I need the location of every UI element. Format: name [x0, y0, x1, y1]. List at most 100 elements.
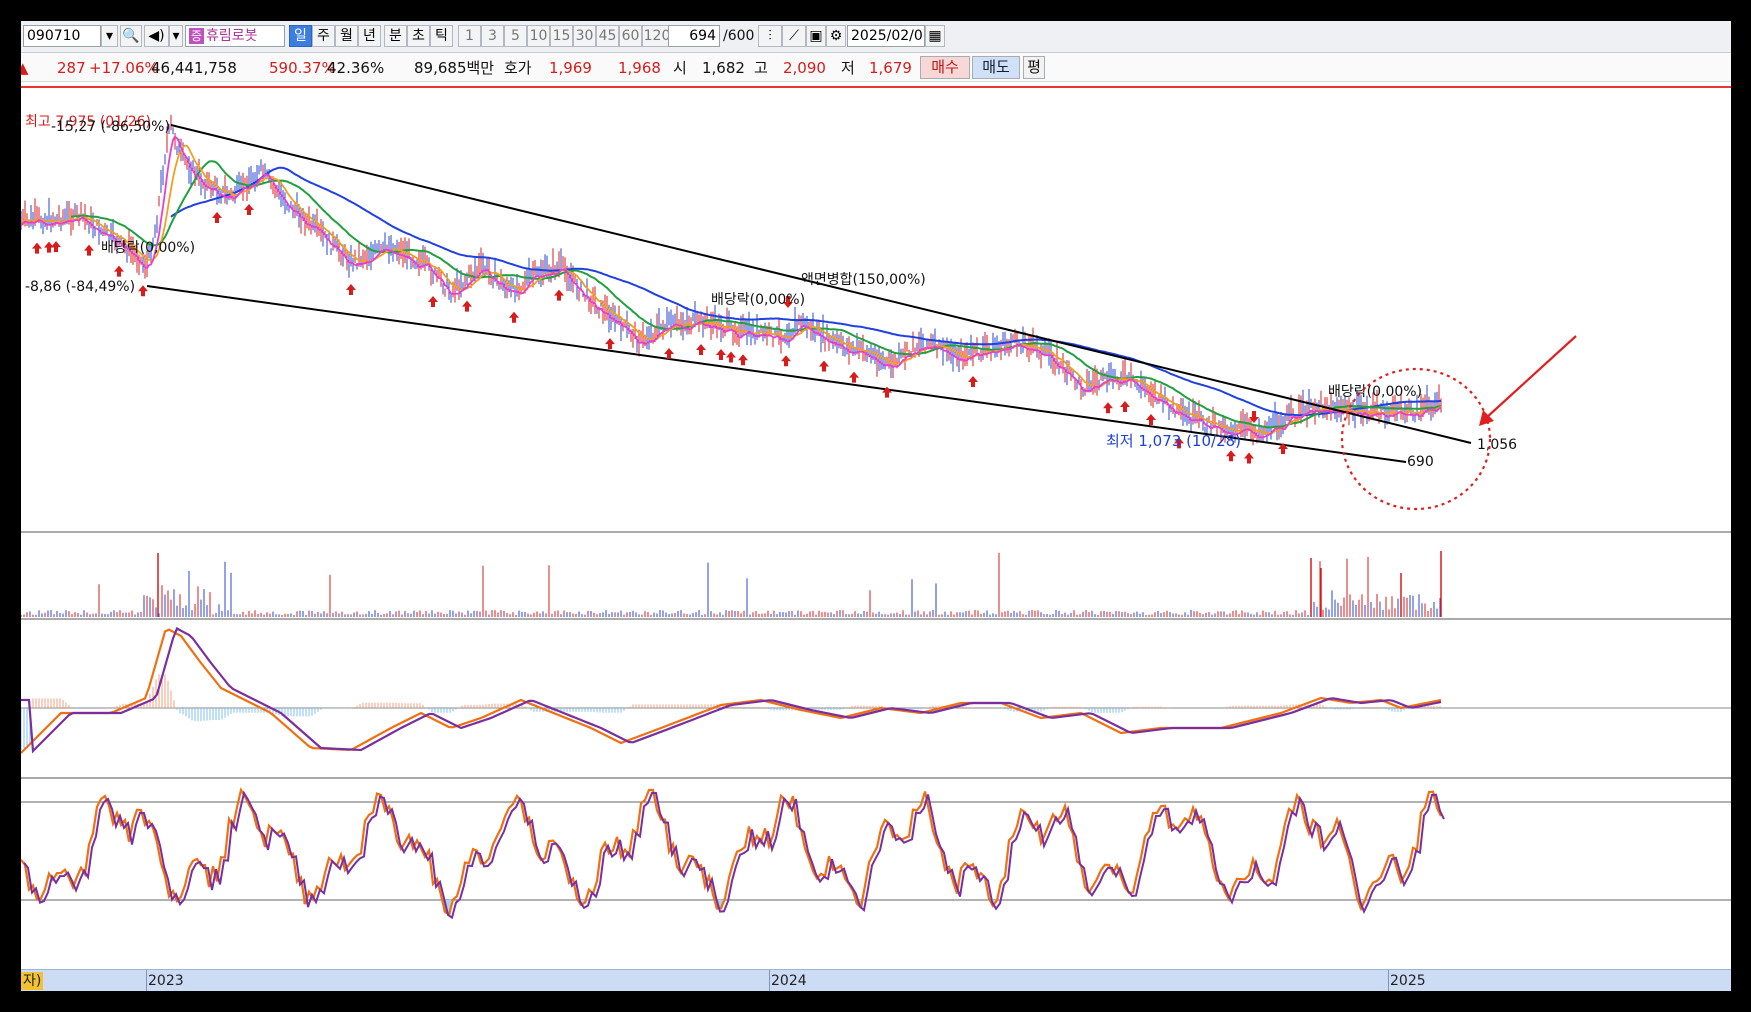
signal-arrow	[84, 244, 94, 256]
signal-arrow	[138, 285, 148, 297]
interval-button-5[interactable]: 5	[504, 25, 527, 47]
stock-name-field[interactable]: 증 휴림로봇	[185, 25, 285, 47]
dividend-label-2: 배당락(0,00%)	[711, 292, 805, 308]
ma10-line	[21, 144, 1442, 435]
ask-price: 1,969	[549, 59, 592, 77]
date-value: 2025/02/07	[851, 28, 925, 44]
save-button[interactable]: ▣	[806, 25, 826, 47]
stock-type-badge: 증	[189, 28, 205, 44]
year-tick	[146, 970, 147, 991]
dividend-label-1: 배당락(0,00%)	[101, 240, 195, 256]
macd-pane	[21, 626, 1442, 754]
interval-button-60[interactable]: 60	[619, 25, 642, 47]
signal-arrow	[738, 354, 748, 366]
stock-code-input[interactable]: 090710	[23, 25, 101, 47]
open-price: 1,682	[702, 59, 745, 77]
period-tab-1[interactable]: 주	[312, 25, 335, 47]
period-tab-4[interactable]: 분	[384, 25, 407, 47]
signal-arrow	[1226, 450, 1236, 462]
signal-arrow	[716, 349, 726, 360]
interval-button-30[interactable]: 30	[573, 25, 596, 47]
data-count-value: 694	[689, 28, 716, 44]
interval-button-45[interactable]: 45	[596, 25, 619, 47]
volume-ratio: 590.37%	[269, 59, 336, 77]
candles	[21, 114, 1442, 446]
interval-button-3[interactable]: 3	[481, 25, 504, 47]
quote-bar: ▲ 287 +17.06% 46,441,758 590.37% 42.36% …	[21, 53, 1731, 82]
price-change-pct: +17.06%	[89, 59, 159, 77]
signal-arrow	[726, 351, 736, 363]
signal-arrow	[1120, 401, 1130, 412]
stock-code-value: 090710	[27, 28, 81, 44]
period-tab-5[interactable]: 초	[407, 25, 430, 47]
sound-dropdown-button[interactable]: ▾	[169, 25, 183, 47]
signal-arrow	[849, 371, 859, 383]
stock-name: 휴림로봇	[206, 28, 258, 44]
high-price: 2,090	[783, 59, 826, 77]
turnover-rate: 42.36%	[327, 59, 385, 77]
macd-line	[21, 628, 1442, 754]
signal-arrow	[605, 338, 615, 350]
code-dropdown-button[interactable]: ▾	[101, 25, 118, 47]
period-tab-2[interactable]: 월	[335, 25, 358, 47]
eval-button[interactable]: 평	[1023, 56, 1045, 79]
candles-icon: ⫶	[768, 28, 772, 44]
price-change: 287	[57, 59, 86, 77]
bid-price: 1,968	[618, 59, 661, 77]
settings-button[interactable]: ⚙	[826, 25, 846, 47]
buy-button[interactable]: 매수	[920, 56, 970, 79]
signal-arrow	[212, 212, 222, 223]
period-tab-6[interactable]: 틱	[430, 25, 453, 47]
signal-arrow	[244, 204, 254, 215]
high-label: 고	[754, 59, 768, 77]
trade-amount: 89,685백만	[414, 59, 495, 77]
sound-button[interactable]: ◀)	[144, 25, 169, 47]
time-axis: 자) 2023 2024 2025	[21, 969, 1731, 991]
signal-arrow	[968, 376, 978, 387]
year-label-2025: 2025	[1390, 973, 1426, 989]
signal-arrow	[1244, 452, 1254, 464]
chart-window: 090710 ▾ 🔍 ◀) ▾ 증 휴림로봇 일주월년분초틱 1 3 5 10 15 30 4…	[21, 21, 1731, 991]
chevron-down-icon: ▾	[105, 28, 114, 44]
calendar-icon: ▦	[928, 28, 942, 44]
open-label: 시	[673, 59, 687, 77]
signal-arrow	[509, 311, 519, 323]
signal-arrow	[1103, 402, 1113, 414]
signal-arrow	[554, 289, 564, 301]
candle-type-button[interactable]: ⫶	[758, 25, 782, 47]
signal-arrow	[462, 300, 472, 312]
signal-arrow	[1146, 414, 1156, 425]
date-input[interactable]: 2025/02/07	[847, 25, 925, 47]
signal-arrow	[114, 265, 124, 277]
period-tab-3[interactable]: 년	[358, 25, 381, 47]
calendar-button[interactable]: ▦	[925, 25, 945, 47]
signal-arrow	[696, 344, 706, 355]
year-tick	[1388, 970, 1389, 991]
ask-label: 호가	[504, 59, 532, 77]
stochastic-pane	[21, 787, 1445, 920]
sell-button[interactable]: 매도	[972, 56, 1020, 79]
signal-arrow	[32, 242, 42, 254]
search-button[interactable]: 🔍	[120, 25, 142, 47]
data-count-total: /600	[723, 28, 755, 44]
stock-chart[interactable]: 최고 7,975 (01/26) -15,27 (-86,50%) 배당락(0,…	[21, 88, 1731, 968]
axis-left-tag: 자)	[21, 972, 44, 990]
data-count-input[interactable]: 694	[668, 25, 720, 47]
year-label-2023: 2023	[148, 973, 184, 989]
period-tab-0[interactable]: 일	[289, 25, 312, 47]
signal-arrow	[428, 296, 438, 307]
interval-button-15[interactable]: 15	[550, 25, 573, 47]
chart-tool-button[interactable]: ⟋	[782, 25, 806, 47]
interval-button-10[interactable]: 10	[527, 25, 550, 47]
lower-trend-value: 690	[1407, 454, 1434, 470]
year-label-2024: 2024	[771, 973, 807, 989]
year-tick	[769, 970, 770, 991]
gear-icon: ⚙	[829, 28, 843, 44]
interval-button-1[interactable]: 1	[458, 25, 481, 47]
low-label: 저	[841, 59, 855, 77]
high-change-label: -15,27 (-86,50%)	[51, 119, 170, 135]
low-price: 1,679	[869, 59, 912, 77]
signal-arrow	[781, 355, 791, 367]
signal-arrow	[346, 284, 356, 295]
low-marker-label: 최저 1,073 (10/28)	[1106, 432, 1241, 450]
